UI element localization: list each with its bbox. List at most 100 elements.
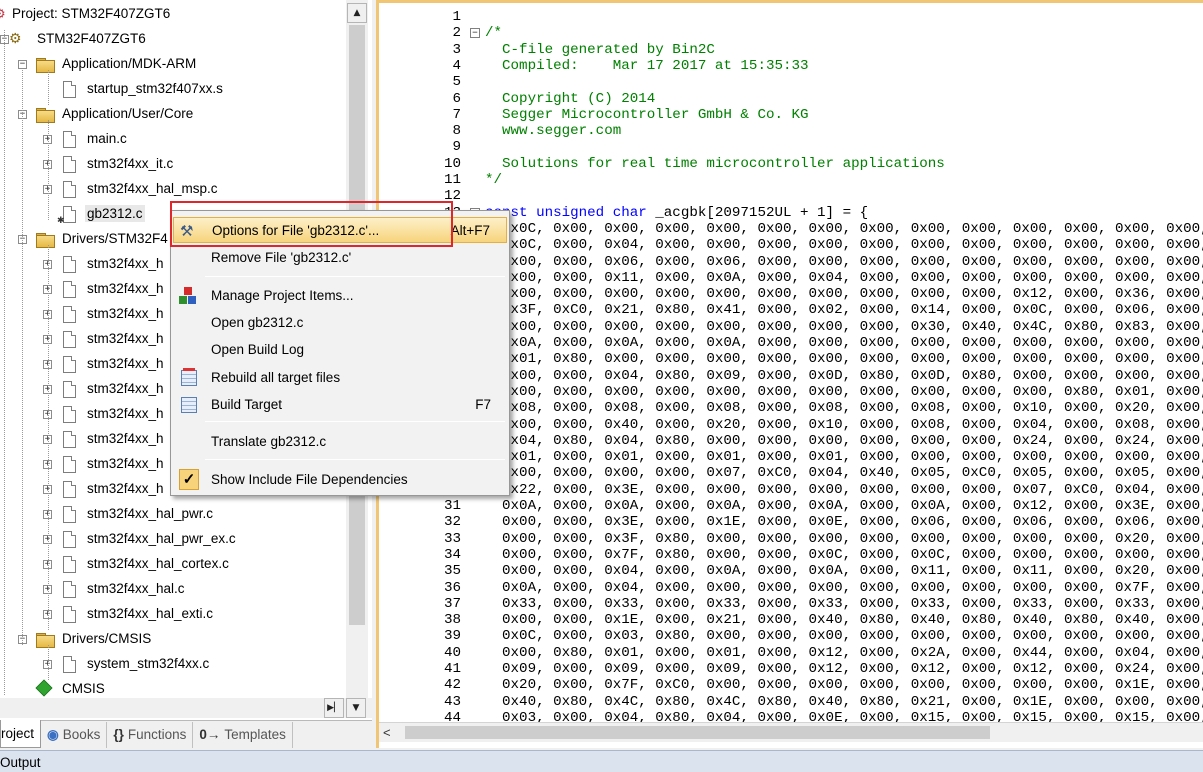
menu-item-manage-project-items[interactable]: Manage Project Items... <box>173 283 507 309</box>
context-menu: ⚒ Options for File 'gb2312.c'... Alt+F7 Rem… <box>170 210 510 496</box>
editor-horizontal-scrollbar[interactable]: < <box>379 722 1203 742</box>
code-line[interactable]: 9 <box>379 139 1203 155</box>
code-text: 0x00, 0x00, 0x06, 0x00, 0x06, 0x00, 0x00… <box>485 253 1203 270</box>
menu-item-label: Open gb2312.c <box>211 315 304 330</box>
code-line[interactable]: 36 0x0A, 0x00, 0x04, 0x00, 0x00, 0x00, 0… <box>379 580 1203 596</box>
scroll-up-button[interactable]: ▲ <box>347 3 367 23</box>
tree-file-item[interactable]: + stm32f4xx_hal_pwr_ex.c <box>0 527 346 552</box>
code-line[interactable]: 42 0x20, 0x00, 0x7F, 0xC0, 0x00, 0x00, 0… <box>379 677 1203 693</box>
line-number: 34 <box>443 546 461 563</box>
editor-scroll-thumb[interactable] <box>405 726 990 739</box>
tree-item-label: Drivers/CMSIS <box>62 631 152 646</box>
scroll-left-button[interactable]: < <box>383 725 391 740</box>
code-line[interactable]: 31 0x0A, 0x00, 0x0A, 0x00, 0x0A, 0x00, 0… <box>379 498 1203 514</box>
code-line[interactable]: 12 <box>379 188 1203 204</box>
tree-root-item[interactable]: − ⚙ STM32F407ZGT6 <box>0 27 346 52</box>
tree-group-item[interactable]: − Drivers/CMSIS <box>0 627 346 652</box>
code-line[interactable]: 39 0x0C, 0x00, 0x03, 0x80, 0x00, 0x00, 0… <box>379 628 1203 644</box>
code-line[interactable]: 3 C-file generated by Bin2C <box>379 42 1203 58</box>
menu-item-rebuild-all[interactable]: Rebuild all target files <box>173 365 507 391</box>
line-number: 2 <box>452 25 461 42</box>
tree-guide-line <box>48 70 49 105</box>
collapse-icon[interactable]: − <box>18 60 27 69</box>
tree-group-item[interactable]: − Application/User/Core <box>0 102 346 127</box>
code-line[interactable]: 8 www.segger.com <box>379 123 1203 139</box>
menu-item-translate[interactable]: Translate gb2312.c <box>173 429 507 455</box>
code-text: 0x00, 0x00, 0x00, 0x00, 0x00, 0x00, 0x00… <box>485 286 1203 303</box>
tree-item-label: STM32F407ZGT6 <box>37 31 146 46</box>
code-text: 0x00, 0x00, 0x3E, 0x00, 0x1E, 0x00, 0x0E… <box>485 514 1203 531</box>
code-text: 0x00, 0x00, 0x00, 0x00, 0x07, 0xC0, 0x04… <box>485 465 1203 482</box>
file-icon <box>63 256 76 273</box>
tree-file-item[interactable]: startup_stm32f407xx.s <box>0 77 346 102</box>
code-line[interactable]: 43 0x40, 0x80, 0x4C, 0x80, 0x4C, 0x80, 0… <box>379 694 1203 710</box>
tab-project[interactable]: roject <box>0 720 42 748</box>
code-line[interactable]: 37 0x33, 0x00, 0x33, 0x00, 0x33, 0x00, 0… <box>379 596 1203 612</box>
tree-guide-line <box>22 70 23 645</box>
folder-icon <box>36 633 55 648</box>
fold-collapse-icon[interactable]: − <box>470 28 480 39</box>
tree-item-label: Application/User/Core <box>62 106 194 121</box>
file-icon <box>63 431 76 448</box>
code-line[interactable]: 40 0x00, 0x80, 0x01, 0x00, 0x01, 0x00, 0… <box>379 645 1203 661</box>
tree-item-label: Application/MDK-ARM <box>62 56 197 71</box>
output-label: Output <box>0 755 41 770</box>
code-text: 0x01, 0x80, 0x00, 0x00, 0x00, 0x00, 0x00… <box>485 351 1203 368</box>
file-name-label: stm32f4xx_h <box>87 306 164 321</box>
code-line[interactable]: 6 Copyright (C) 2014 <box>379 91 1203 107</box>
menu-item-label: Remove File 'gb2312.c' <box>211 250 352 265</box>
tree-file-item[interactable]: + stm32f4xx_it.c <box>0 152 346 177</box>
menu-item-label: Rebuild all target files <box>211 370 341 385</box>
code-line[interactable]: 38 0x00, 0x00, 0x1E, 0x00, 0x21, 0x00, 0… <box>379 612 1203 628</box>
file-icon <box>63 156 76 173</box>
code-line[interactable]: 10 Solutions for real time microcontroll… <box>379 156 1203 172</box>
tab-templates[interactable]: 0→ Templates <box>193 721 293 748</box>
tree-guide-line <box>48 120 49 220</box>
menu-item-open-build-log[interactable]: Open Build Log <box>173 337 507 363</box>
line-number: 42 <box>443 677 461 694</box>
tab-books[interactable]: ◉ Books <box>41 721 108 748</box>
menu-item-label: Translate gb2312.c <box>211 434 327 449</box>
output-panel-title[interactable]: Output <box>0 750 1203 772</box>
file-name-label: stm32f4xx_hal_exti.c <box>87 606 214 621</box>
code-line[interactable]: 34 0x00, 0x00, 0x7F, 0x80, 0x00, 0x00, 0… <box>379 547 1203 563</box>
file-icon <box>63 206 76 223</box>
code-line[interactable]: 1 <box>379 9 1203 25</box>
tree-root-item[interactable]: ⚙ Project: STM32F407ZGT6 <box>0 2 346 27</box>
line-number: 5 <box>452 74 461 91</box>
menu-item-remove-file[interactable]: Remove File 'gb2312.c' <box>173 245 507 271</box>
tree-file-item[interactable]: + stm32f4xx_hal.c <box>0 577 346 602</box>
code-line[interactable]: 11 */ <box>379 172 1203 188</box>
tree-file-item[interactable]: + system_stm32f4xx.c <box>0 652 346 677</box>
code-line[interactable]: 2−/* <box>379 25 1203 41</box>
tree-file-item[interactable]: + main.c <box>0 127 346 152</box>
menu-item-open-file[interactable]: Open gb2312.c <box>173 310 507 336</box>
scroll-down-button[interactable]: ▼ <box>346 698 366 718</box>
code-text: 0x3F, 0xC0, 0x21, 0x80, 0x41, 0x00, 0x02… <box>485 302 1203 319</box>
tree-guide-line <box>48 645 49 680</box>
tree-file-item[interactable]: + stm32f4xx_hal_msp.c <box>0 177 346 202</box>
tree-group-item[interactable]: − Application/MDK-ARM <box>0 52 346 77</box>
code-line[interactable]: 7 Segger Microcontroller GmbH & Co. KG <box>379 107 1203 123</box>
tree-file-item[interactable]: + stm32f4xx_hal_cortex.c <box>0 552 346 577</box>
code-line[interactable]: 32 0x00, 0x00, 0x3E, 0x00, 0x1E, 0x00, 0… <box>379 514 1203 530</box>
code-text: 0x0A, 0x00, 0x04, 0x00, 0x00, 0x00, 0x00… <box>485 579 1203 596</box>
tree-file-item[interactable]: + stm32f4xx_hal_pwr.c <box>0 502 346 527</box>
code-line[interactable]: 4 Compiled: Mar 17 2017 at 15:35:33 <box>379 58 1203 74</box>
tree-file-item[interactable]: + stm32f4xx_hal_exti.c <box>0 602 346 627</box>
menu-item-show-include-deps[interactable]: ✓ Show Include File Dependencies <box>173 467 507 493</box>
menu-item-build-target[interactable]: Build Target F7 <box>173 392 507 418</box>
file-name-label: system_stm32f4xx.c <box>87 656 210 671</box>
code-line[interactable]: 35 0x00, 0x00, 0x04, 0x00, 0x0A, 0x00, 0… <box>379 563 1203 579</box>
tab-functions[interactable]: {} Functions <box>107 721 194 748</box>
code-line[interactable]: 33 0x00, 0x00, 0x3F, 0x80, 0x00, 0x00, 0… <box>379 531 1203 547</box>
code-text: /* <box>485 25 503 42</box>
tree-horizontal-scrollbar[interactable]: ▶▏ ▼ <box>0 698 372 718</box>
file-name-label: stm32f4xx_hal_pwr.c <box>87 506 214 521</box>
scroll-right-button[interactable]: ▶▏ <box>324 698 344 718</box>
code-line[interactable]: 41 0x09, 0x00, 0x09, 0x00, 0x09, 0x00, 0… <box>379 661 1203 677</box>
line-number: 10 <box>443 155 461 172</box>
line-number: 33 <box>443 530 461 547</box>
folder-icon <box>36 58 55 73</box>
code-line[interactable]: 5 <box>379 74 1203 90</box>
